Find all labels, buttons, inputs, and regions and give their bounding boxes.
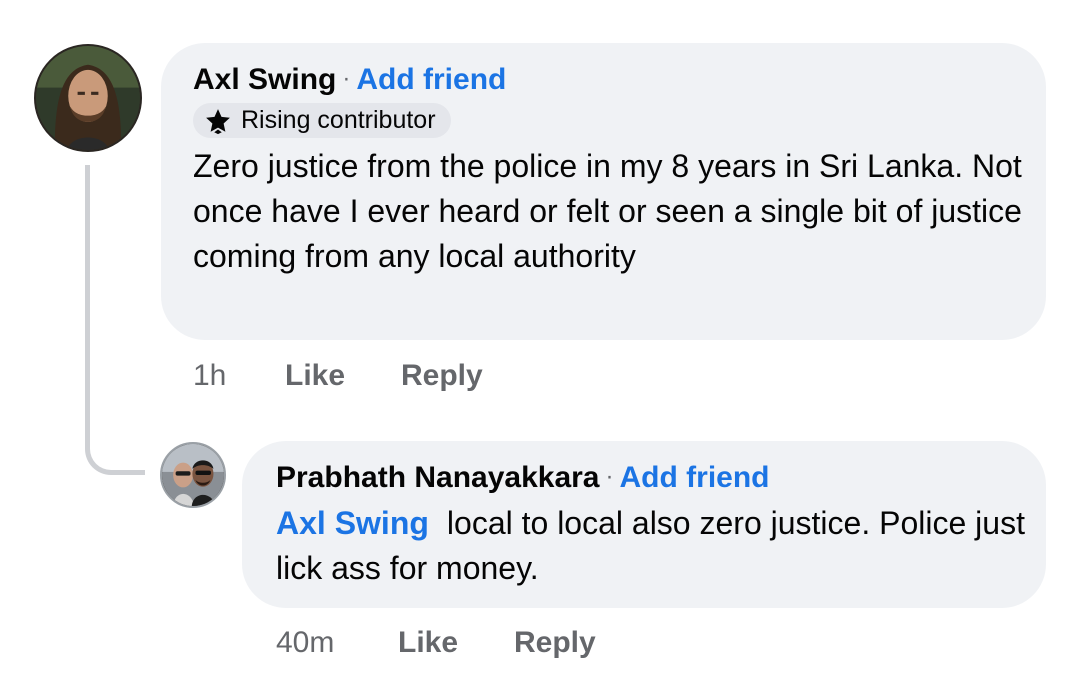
comment-actions: 40m Like Reply [276,626,596,660]
comment-text: Zero justice from the police in my 8 yea… [193,148,1022,274]
reply-button[interactable]: Reply [514,626,596,660]
avatar[interactable] [34,44,142,152]
like-button[interactable]: Like [285,359,401,393]
badge-label: Rising contributor [241,106,436,134]
reply-thread-connector [85,165,145,475]
comment-header: Axl Swing · Add friend [193,61,506,98]
comment-timestamp[interactable]: 1h [193,359,285,393]
add-friend-link[interactable]: Add friend [620,461,770,494]
separator-dot: · [605,463,614,490]
star-icon [206,108,230,134]
add-friend-link[interactable]: Add friend [356,63,506,96]
comment-author[interactable]: Prabhath Nanayakkara [276,461,600,494]
contributor-badge[interactable]: Rising contributor [193,103,451,138]
comment-header: Prabhath Nanayakkara · Add friend [276,459,770,496]
comment-actions: 1h Like Reply [193,359,483,393]
reply-button[interactable]: Reply [401,359,483,393]
profile-photo [36,46,140,150]
separator-dot: · [342,65,351,92]
comment-text: Axl Swing local to local also zero justic… [276,501,1036,591]
like-button[interactable]: Like [398,626,514,660]
avatar[interactable] [160,442,226,508]
mention-link[interactable]: Axl Swing [276,505,429,541]
comment-thread: Axl Swing · Add friend Rising contributor … [0,0,1080,698]
profile-photo [162,444,224,506]
comment-timestamp[interactable]: 40m [276,626,398,660]
comment-author[interactable]: Axl Swing [193,63,336,96]
